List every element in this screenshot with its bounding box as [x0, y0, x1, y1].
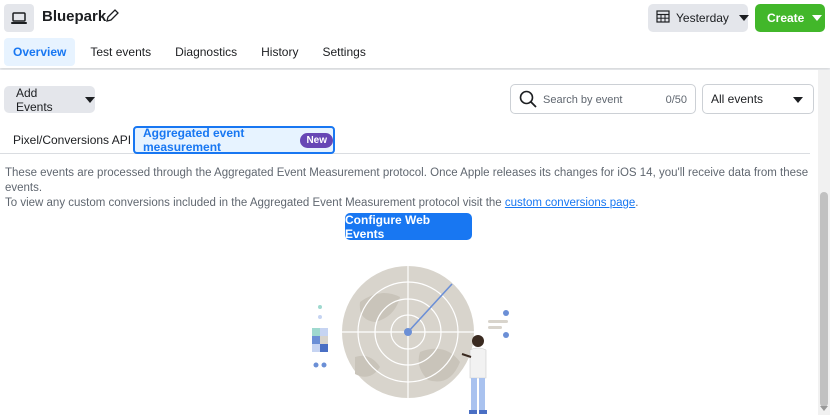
top-bar: Bluepark Yesterday Create Overview Test …	[0, 0, 830, 68]
custom-conversions-link[interactable]: custom conversions page	[505, 197, 635, 209]
search-icon	[519, 90, 537, 111]
search-placeholder: Search by event	[543, 94, 623, 106]
event-filter-select[interactable]: All events	[702, 84, 814, 114]
scrollbar[interactable]	[818, 70, 830, 415]
scrollbar-thumb[interactable]	[820, 192, 828, 407]
date-range-label: Yesterday	[676, 11, 729, 25]
tab-settings[interactable]: Settings	[313, 38, 374, 66]
scroll-down-arrow[interactable]	[820, 406, 828, 411]
chevron-down-icon	[738, 15, 749, 21]
tab-overview[interactable]: Overview	[4, 38, 76, 66]
description-text: These events are processed through the A…	[5, 166, 815, 211]
chevron-down-icon	[812, 15, 823, 21]
calendar-icon	[656, 10, 670, 26]
edit-pencil-icon[interactable]	[104, 8, 120, 24]
tab-diagnostics[interactable]: Diagnostics	[166, 38, 246, 66]
create-button[interactable]: Create	[755, 4, 825, 32]
data-grid-icon	[312, 305, 328, 368]
date-range-button[interactable]: Yesterday	[648, 4, 749, 32]
search-input[interactable]: Search by event 0/50	[510, 84, 696, 114]
sub-tabs: Pixel/Conversions API Aggregated event m…	[0, 124, 810, 154]
tab-test-events[interactable]: Test events	[81, 38, 160, 66]
add-events-button[interactable]: Add Events	[4, 85, 95, 114]
new-badge: New	[300, 132, 333, 148]
create-label: Create	[767, 11, 805, 25]
radar-illustration	[312, 266, 509, 414]
subtab-aggregated-label: Aggregated event measurement	[143, 126, 245, 154]
search-char-count: 0/50	[665, 94, 687, 106]
radar-globe-icon	[342, 266, 474, 398]
laptop-icon[interactable]	[4, 4, 34, 32]
tab-history[interactable]: History	[252, 38, 307, 66]
configure-web-events-button[interactable]: Configure Web Events	[345, 213, 472, 241]
page-title: Bluepark	[42, 8, 107, 25]
main-tabs: Overview Test events Diagnostics History…	[4, 38, 381, 66]
description-line-2: To view any custom conversions included …	[5, 196, 815, 211]
description-line-2-end: .	[635, 197, 639, 209]
description-line-1: These events are processed through the A…	[5, 167, 809, 194]
subtab-aggregated-event-measurement[interactable]: Aggregated event measurement New	[133, 126, 335, 154]
event-filter-value: All events	[711, 92, 764, 106]
chevron-down-icon	[793, 97, 803, 103]
chevron-down-icon	[85, 96, 95, 103]
description-line-2-text: To view any custom conversions included …	[5, 197, 505, 209]
subtab-pixel-conversions-api[interactable]: Pixel/Conversions API	[13, 126, 131, 154]
add-events-label: Add Events	[16, 85, 53, 114]
